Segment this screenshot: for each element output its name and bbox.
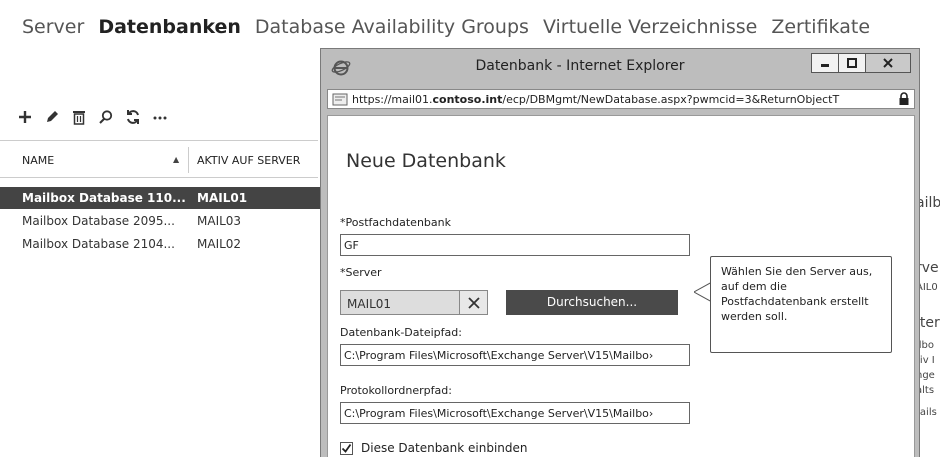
window-controls [811, 53, 911, 73]
nav-tab-dag[interactable]: Database Availability Groups [255, 16, 529, 38]
column-header-active-server[interactable]: AKTIV AUF SERVER [197, 154, 300, 167]
nav-tab-server[interactable]: Server [22, 16, 84, 38]
active-server: MAIL01 [197, 191, 248, 205]
minimize-button[interactable] [811, 53, 839, 73]
mailbox-database-input[interactable]: GF [340, 234, 690, 256]
toolbar [16, 108, 169, 126]
database-name: Mailbox Database 110... [22, 191, 186, 205]
more-icon[interactable] [151, 108, 169, 126]
url-text: https://mail01.contoso.int/ecp/DBMgmt/Ne… [352, 93, 840, 106]
column-header-name[interactable]: NAME [22, 154, 54, 167]
database-path-label: Datenbank-Dateipfad: [340, 326, 462, 339]
database-name: Mailbox Database 2095... [22, 214, 175, 228]
database-name: Mailbox Database 2104... [22, 237, 175, 251]
address-bar[interactable]: https://mail01.contoso.int/ecp/DBMgmt/Ne… [327, 89, 915, 109]
server-field[interactable]: MAIL01 [340, 290, 488, 315]
log-path-label: Protokollordnerpfad: [340, 384, 452, 397]
active-server: MAIL03 [197, 214, 242, 228]
database-path-input[interactable]: C:\Program Files\Microsoft\Exchange Serv… [340, 344, 690, 366]
table-row[interactable]: Mailbox Database 2095... MAIL03 [0, 210, 320, 232]
search-icon[interactable] [97, 108, 115, 126]
sort-ascending-icon: ▲ [173, 155, 180, 164]
column-divider [188, 147, 189, 173]
log-path-input[interactable]: C:\Program Files\Microsoft\Exchange Serv… [340, 402, 690, 424]
dialog-content: Neue Datenbank *Postfachdatenbank GF *Se… [327, 115, 915, 457]
help-tooltip: Wählen Sie den Server aus, auf dem die P… [710, 256, 892, 353]
close-button[interactable] [865, 53, 911, 73]
server-label: *Server [340, 266, 382, 279]
browse-button[interactable]: Durchsuchen... [506, 290, 678, 315]
nav-tab-certificates[interactable]: Zertifikate [771, 16, 870, 38]
nav-tab-datenbanken[interactable]: Datenbanken [98, 16, 241, 38]
table-row[interactable]: Mailbox Database 2104... MAIL02 [0, 233, 320, 255]
mailbox-database-label: *Postfachdatenbank [340, 216, 451, 229]
mount-database-checkbox[interactable] [340, 441, 353, 455]
active-server: MAIL02 [197, 237, 242, 251]
nav-tab-virtual-directories[interactable]: Virtuelle Verzeichnisse [543, 16, 757, 38]
table-header: NAME ▲ AKTIV AUF SERVER [0, 140, 318, 178]
delete-icon[interactable] [70, 108, 88, 126]
lock-icon[interactable] [898, 92, 910, 106]
maximize-button[interactable] [838, 53, 866, 73]
clear-server-icon[interactable] [459, 291, 487, 314]
refresh-icon[interactable] [124, 108, 142, 126]
edit-icon[interactable] [43, 108, 61, 126]
top-navigation: Server Datenbanken Database Availability… [22, 16, 884, 38]
mount-database-label: Diese Datenbank einbinden [361, 441, 528, 455]
table-row[interactable]: Mailbox Database 110... MAIL01 [0, 187, 320, 209]
page-icon [332, 93, 348, 106]
server-value: MAIL01 [347, 297, 392, 311]
ie-popup-window: Datenbank - Internet Explorer https://ma… [320, 48, 920, 457]
mount-database-option: Diese Datenbank einbinden [340, 441, 528, 455]
ie-title-bar[interactable]: Datenbank - Internet Explorer [321, 49, 919, 85]
page-title: Neue Datenbank [346, 150, 506, 172]
add-icon[interactable] [16, 108, 34, 126]
